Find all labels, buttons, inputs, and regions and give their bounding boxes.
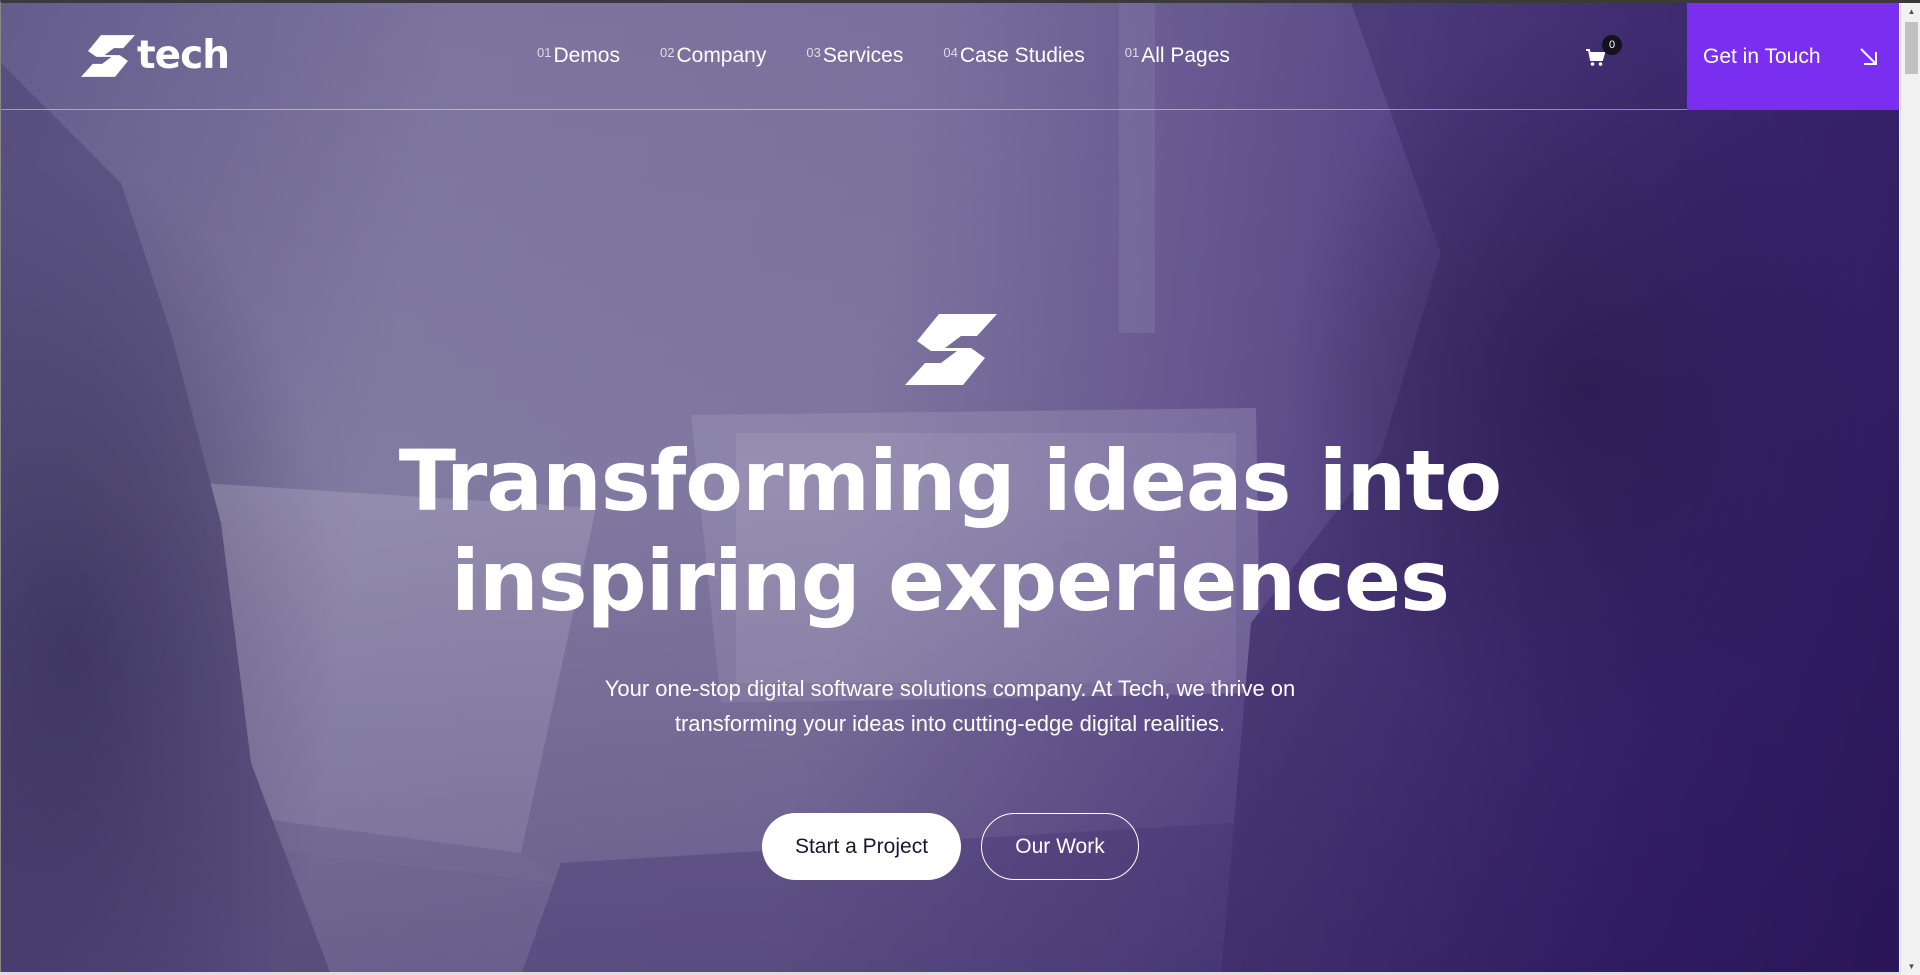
- arrow-down-right-icon: [1860, 48, 1877, 65]
- nav-item-label: Services: [822, 44, 904, 67]
- vertical-scrollbar[interactable]: ▲ ▼: [1900, 3, 1920, 975]
- nav-item-case-studies[interactable]: 04 Case Studies: [943, 43, 1084, 69]
- nav-item-services[interactable]: 03 Services: [806, 43, 903, 69]
- get-in-touch-button[interactable]: Get in Touch: [1687, 3, 1899, 110]
- nav-item-label: All Pages: [1141, 44, 1230, 67]
- hero-title-line-1: Transforming ideas into: [398, 432, 1502, 530]
- scroll-up-arrow-icon[interactable]: ▲: [1901, 3, 1920, 20]
- nav-item-label: Company: [676, 44, 767, 67]
- nav-item-number: 04: [943, 45, 958, 60]
- scroll-down-arrow-icon[interactable]: ▼: [1901, 958, 1920, 975]
- nav-item-number: 03: [806, 45, 821, 60]
- cart-icon: [1586, 49, 1606, 66]
- nav-item-label: Case Studies: [959, 44, 1085, 67]
- hero-subtitle-line-1: Your one-stop digital software solutions…: [604, 676, 1296, 701]
- s-logo-icon: [81, 35, 135, 77]
- page: tech 01 Demos 02 Company 03 Services 04 …: [0, 0, 1920, 975]
- cart-button[interactable]: 0: [1586, 35, 1622, 71]
- nav-item-label: Demos: [553, 44, 620, 67]
- nav-item-all-pages[interactable]: 01 All Pages: [1125, 43, 1230, 69]
- site-logo[interactable]: tech: [81, 33, 230, 78]
- nav-item-demos[interactable]: 01 Demos: [537, 43, 620, 69]
- cart-count-badge: 0: [1602, 35, 1622, 55]
- nav-item-number: 01: [537, 45, 552, 60]
- nav-item-company[interactable]: 02 Company: [660, 43, 766, 69]
- hero-title: Transforming ideas into inspiring experi…: [350, 431, 1550, 631]
- main-nav: 01 Demos 02 Company 03 Services 04 Case …: [537, 43, 1270, 69]
- site-header: tech 01 Demos 02 Company 03 Services 04 …: [1, 3, 1899, 110]
- our-work-button[interactable]: Our Work: [981, 813, 1139, 880]
- hero-subtitle: Your one-stop digital software solutions…: [550, 671, 1350, 741]
- scrollbar-thumb[interactable]: [1905, 22, 1918, 74]
- get-in-touch-label: Get in Touch: [1703, 44, 1821, 68]
- hero-title-line-2: inspiring experiences: [451, 532, 1450, 630]
- hero-subtitle-line-2: transforming your ideas into cutting-edg…: [674, 711, 1226, 736]
- brand-name: tech: [137, 33, 230, 78]
- nav-item-number: 01: [1124, 45, 1140, 60]
- nav-item-number: 02: [660, 45, 675, 60]
- s-logo-icon: [905, 314, 997, 385]
- start-project-button[interactable]: Start a Project: [762, 813, 961, 880]
